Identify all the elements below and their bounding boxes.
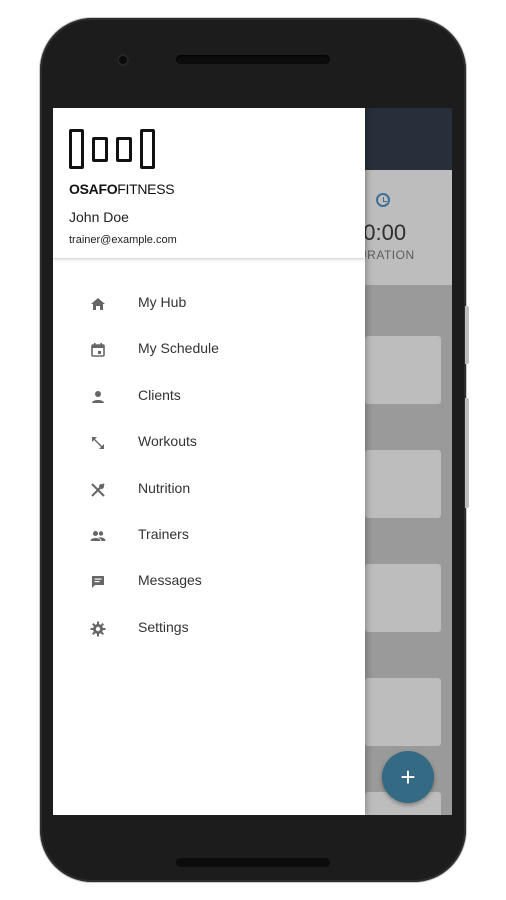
menu-item-label: Clients: [138, 386, 181, 403]
screen: 00:00 URATION + OSAFOFITNESS John Doe tr…: [53, 108, 452, 815]
add-fab-button[interactable]: +: [382, 751, 434, 803]
duration-label: URATION: [358, 248, 415, 262]
menu-item-messages[interactable]: Messages: [53, 559, 365, 605]
background-card: [365, 336, 441, 404]
menu-item-my-schedule[interactable]: My Schedule: [53, 327, 365, 373]
clock-icon: [376, 193, 390, 207]
gear-icon: [90, 621, 106, 637]
group-icon: [90, 530, 106, 541]
drawer-menu: My Hub My Schedule Clients Workouts Nutr…: [53, 281, 365, 652]
menu-item-my-hub[interactable]: My Hub: [53, 281, 365, 327]
volume-button: [465, 306, 469, 364]
navigation-drawer: OSAFOFITNESS John Doe trainer@example.co…: [53, 108, 365, 815]
bottom-speaker: [176, 858, 330, 867]
menu-item-label: Trainers: [138, 525, 189, 542]
user-email: trainer@example.com: [69, 234, 177, 246]
menu-item-label: My Schedule: [138, 340, 219, 357]
menu-item-workouts[interactable]: Workouts: [53, 420, 365, 466]
user-name: John Doe: [69, 209, 129, 225]
expand-arrows-icon: [92, 437, 104, 450]
utensils-icon: [91, 482, 105, 497]
background-card: [365, 564, 441, 632]
menu-item-label: Messages: [138, 572, 202, 589]
brand-wordmark: OSAFOFITNESS: [69, 181, 175, 197]
drawer-header: OSAFOFITNESS John Doe trainer@example.co…: [53, 108, 365, 259]
top-speaker: [176, 55, 330, 64]
background-card: [365, 450, 441, 518]
menu-item-clients[interactable]: Clients: [53, 374, 365, 420]
background-card: [365, 678, 441, 746]
menu-item-nutrition[interactable]: Nutrition: [53, 467, 365, 513]
menu-item-label: My Hub: [138, 294, 187, 310]
power-button: [465, 398, 469, 508]
brand-light-text: FITNESS: [117, 181, 175, 197]
calendar-icon: [91, 343, 105, 358]
front-camera: [117, 54, 129, 66]
home-icon: [91, 298, 105, 310]
chat-icon: [92, 576, 104, 589]
menu-item-label: Nutrition: [138, 479, 191, 496]
menu-item-label: Workouts: [138, 433, 197, 450]
person-icon: [92, 390, 104, 403]
menu-item-settings[interactable]: Settings: [53, 606, 365, 652]
brand-bold-text: OSAFO: [69, 181, 118, 197]
menu-item-trainers[interactable]: Trainers: [53, 513, 365, 559]
menu-item-label: Settings: [138, 618, 189, 635]
